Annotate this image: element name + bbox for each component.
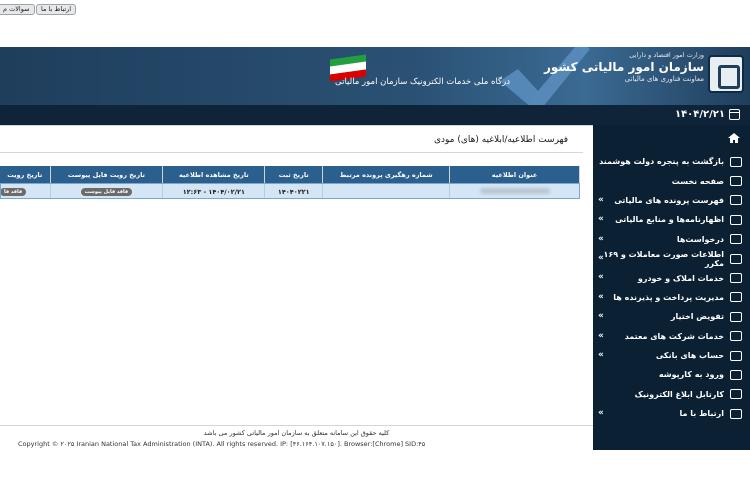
bank-card-icon (730, 350, 742, 361)
invoice-icon (730, 253, 742, 264)
footer-copyright: Copyright © ۲۰۲۵ Iranian National Tax Ad… (18, 440, 426, 448)
chevron-left-icon[interactable]: » (598, 311, 604, 321)
sidebar-item-label: حساب های بانکی (655, 351, 724, 361)
sidebar-item-4[interactable]: درخواست‌ها » (593, 230, 750, 249)
sidebar-item-13[interactable]: ارتباط با ما » (593, 404, 750, 423)
sidebar-item-10[interactable]: حساب های بانکی » (593, 346, 750, 365)
top-toolbar (0, 105, 750, 125)
col-header-attachment[interactable]: تاریخ رویت فایل پیوست (50, 166, 164, 184)
faq-button[interactable]: سوالات م (0, 4, 35, 15)
sidebar-item-label: کارتابل ابلاغ الکترونیک (634, 389, 724, 399)
chevron-left-icon[interactable]: » (598, 214, 604, 224)
footer: کلیه حقوق این سامانه متعلق به سازمان امو… (0, 425, 593, 450)
current-date: ۱۴۰۴/۲/۲۱ (674, 108, 725, 120)
cell-tracking (322, 184, 451, 199)
back-icon (730, 156, 742, 167)
sidebar-item-5[interactable]: اطلاعات صورت معاملات و ۱۶۹ مکرر» (593, 249, 750, 268)
app-frame: درگاه ملی خدمات الکترونیک سازمان امور ما… (0, 0, 750, 500)
car-icon (730, 273, 742, 284)
chevron-left-icon[interactable]: » (598, 234, 604, 244)
main-content: فهرست اطلاعیه/ابلاغیه (های) مودی عنوان ا… (0, 125, 593, 425)
sidebar-item-label: تفویض اختیار (670, 312, 724, 322)
sidebar-item-9[interactable]: خدمات شرکت های معتمد » (593, 327, 750, 346)
sidebar-item-3[interactable]: اظهارنامه‌ها و منابع مالیاتی » (593, 210, 750, 229)
sidebar-item-7[interactable]: مدیریت پرداخت و پذیرنده ها » (593, 288, 750, 307)
sidebar-item-label: اظهارنامه‌ها و منابع مالیاتی (615, 215, 724, 225)
no-attachment-badge: فاقد فایل پیوست (80, 188, 133, 196)
cell-registered: ۱۴۰۴۰۲۲۱ (264, 184, 324, 199)
org-logo (708, 55, 744, 93)
home-icon[interactable] (728, 133, 740, 143)
document-icon (730, 214, 742, 225)
contact-us-button[interactable]: ارتباط با ما (36, 4, 77, 15)
chevron-left-icon[interactable]: » (598, 253, 604, 263)
calendar-icon (729, 108, 740, 120)
chevron-left-icon[interactable]: » (598, 408, 604, 418)
dashboard-icon (730, 176, 742, 187)
footer-rights: کلیه حقوق این سامانه متعلق به سازمان امو… (203, 429, 390, 437)
cell-viewed: ۱۴۰۴/۰۲/۲۱ - ۱۲:۶۳ (162, 184, 266, 199)
page-title: فهرست اطلاعیه/ابلاغیه (های) مودی (433, 135, 568, 145)
building-icon (730, 195, 742, 206)
cell-attachment: فاقد فایل پیوست (50, 184, 164, 199)
sidebar-item-12[interactable]: کارتابل ابلاغ الکترونیک (593, 385, 750, 404)
sidebar-item-0[interactable]: بازگشت به پنجره دولت هوشمند (593, 152, 750, 171)
no-attachment-badge-2: فاقد فا (0, 188, 27, 196)
table-row[interactable]: ۱۴۰۴۰۲۲۱ ۱۴۰۴/۰۲/۲۱ - ۱۲:۶۳ فاقد فایل پی… (0, 184, 580, 199)
chevron-left-icon[interactable]: » (598, 331, 604, 341)
sidebar-item-8[interactable]: تفویض اختیار » (593, 307, 750, 326)
chevron-left-icon[interactable]: » (598, 350, 604, 360)
sidebar-menu: بازگشت به پنجره دولت هوشمند صفحه نخست فهرس… (593, 152, 750, 423)
mail-icon (730, 408, 742, 419)
sidebar-item-label: صفحه نخست (671, 176, 724, 186)
sidebar-item-6[interactable]: خدمات املاک و خودرو » (593, 268, 750, 287)
ministry-name: وزارت امور اقتصاد و دارایی (629, 51, 704, 59)
sidebar-item-label: درخواست‌ها (676, 234, 724, 244)
chevron-left-icon[interactable]: » (598, 195, 604, 205)
sidebar-item-label: ورود به کارپوشه (658, 370, 724, 380)
notices-table: عنوان اطلاعیه شماره رهگیری پرونده مرتبط … (0, 166, 580, 199)
sidebar-item-2[interactable]: فهرست پرونده های مالیاتی » (593, 191, 750, 210)
badge-icon (730, 331, 742, 342)
sidebar-item-label: بازگشت به پنجره دولت هوشمند (599, 157, 724, 167)
folder-icon (730, 369, 742, 380)
header-banner: درگاه ملی خدمات الکترونیک سازمان امور ما… (0, 47, 750, 105)
chevron-left-icon[interactable]: » (598, 272, 604, 282)
sidebar-item-label: مدیریت پرداخت و پذیرنده ها (613, 292, 724, 302)
col-header-registered[interactable]: تاریخ ثبت (264, 166, 324, 184)
redacted-subject (479, 187, 550, 194)
col-header-viewed[interactable]: تاریخ مشاهده اطلاعیه (162, 166, 266, 184)
date-display: ۱۴۰۴/۲/۲۱ (675, 104, 740, 124)
sidebar-item-label: اطلاعات صورت معاملات و ۱۶۹ مکرر (603, 249, 724, 268)
sidebar-item-label: خدمات شرکت های معتمد (624, 331, 724, 341)
cell-last-view: فاقد فا (0, 184, 51, 199)
chevron-left-icon[interactable]: » (598, 292, 604, 302)
org-title-block: وزارت امور اقتصاد و دارایی سازمان امور م… (544, 51, 704, 83)
title-divider (0, 152, 583, 153)
sidebar: بازگشت به پنجره دولت هوشمند صفحه نخست فهرس… (593, 125, 750, 450)
inbox-icon (730, 389, 742, 400)
sidebar-item-1[interactable]: صفحه نخست (593, 171, 750, 190)
deputy-name: معاونت فناوری های مالیاتی (624, 75, 704, 83)
sidebar-item-11[interactable]: ورود به کارپوشه (593, 365, 750, 384)
col-header-subject[interactable]: عنوان اطلاعیه (449, 166, 580, 184)
cell-subject[interactable] (449, 184, 580, 199)
col-header-last-view[interactable]: تاریخ رویت (0, 166, 51, 184)
delegate-icon (730, 311, 742, 322)
checklist-icon (730, 234, 742, 245)
org-name: سازمان امور مالیاتی کشور (543, 60, 704, 74)
portal-title: درگاه ملی خدمات الکترونیک سازمان امور ما… (335, 77, 510, 87)
sidebar-item-label: فهرست پرونده های مالیاتی (614, 195, 724, 205)
table-header-row: عنوان اطلاعیه شماره رهگیری پرونده مرتبط … (0, 166, 580, 184)
sidebar-item-label: ارتباط با ما (679, 409, 724, 419)
sidebar-item-label: خدمات املاک و خودرو (637, 273, 724, 283)
col-header-tracking[interactable]: شماره رهگیری پرونده مرتبط (322, 166, 451, 184)
card-icon (730, 292, 742, 303)
